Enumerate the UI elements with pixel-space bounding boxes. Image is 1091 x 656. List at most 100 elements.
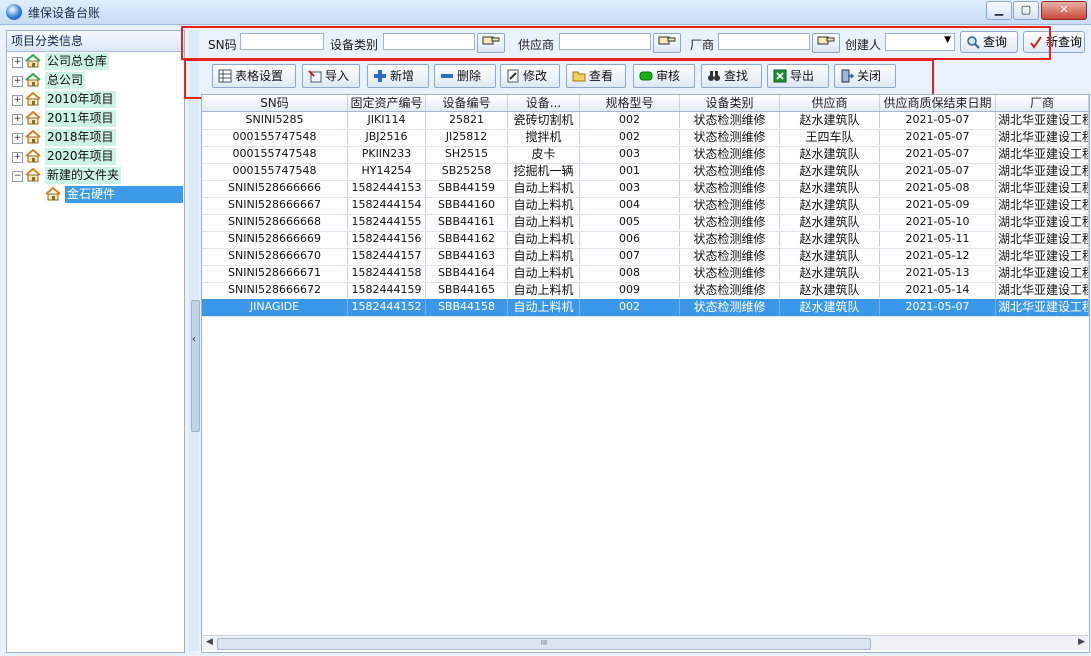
table-cell: 湖北华亚建设工程 <box>998 214 1089 230</box>
column-header[interactable]: 设备类别 <box>680 95 780 111</box>
audit-button[interactable]: 审核 <box>633 64 695 88</box>
minimize-button[interactable]: ▁ <box>986 1 1012 20</box>
scroll-right-icon[interactable]: ▶ <box>1078 637 1085 647</box>
query-button[interactable]: 查询 <box>960 31 1018 53</box>
expand-toggle-icon[interactable]: + <box>12 152 23 163</box>
column-header[interactable]: 供应商质保结束日期 <box>880 95 996 111</box>
expand-toggle-icon[interactable]: + <box>12 114 23 125</box>
table-row[interactable]: SNINI528666667 1582444154 SBB44160 自动上料机 004… <box>202 197 1089 215</box>
expand-toggle-icon[interactable]: + <box>12 57 23 68</box>
table-cell: 自动上料机 <box>508 299 580 315</box>
maximize-button[interactable]: ▢ <box>1013 1 1039 20</box>
app-logo-icon <box>6 4 22 20</box>
column-header[interactable]: 规格型号 <box>580 95 680 111</box>
table-cell: 25821 <box>426 112 508 128</box>
tree-item-selected[interactable]: 金石硬件 <box>7 185 184 204</box>
new-query-button[interactable]: 新查询 <box>1023 31 1085 53</box>
table-cell: 状态检测维修 <box>680 197 780 213</box>
tree-item-label: 总公司 <box>45 72 86 89</box>
table-cell: SNINI528666670 <box>202 248 348 264</box>
table-cell: SNINI528666672 <box>202 282 348 298</box>
tree-item[interactable]: − 新建的文件夹 <box>7 166 184 185</box>
tree-item-label: 公司总仓库 <box>45 53 110 70</box>
table-row[interactable]: SNINI528666671 1582444158 SBB44164 自动上料机 008… <box>202 265 1089 283</box>
close-button[interactable]: 关闭 <box>834 64 896 88</box>
column-header[interactable]: 供应商 <box>780 95 880 111</box>
house-orange-icon <box>25 130 41 144</box>
table-cell: 王四车队 <box>780 129 880 145</box>
column-header[interactable]: 固定资产编号 <box>348 95 426 111</box>
expand-toggle-icon[interactable]: + <box>12 95 23 106</box>
tree-item[interactable]: +2018年项目 <box>7 128 184 147</box>
table-row[interactable]: SNINI528666669 1582444156 SBB44162 自动上料机 006… <box>202 231 1089 249</box>
expand-toggle-icon[interactable]: − <box>12 171 23 182</box>
column-header[interactable]: SN码 <box>202 95 348 111</box>
table-cell: 湖北华亚建设工程 <box>998 180 1089 196</box>
table-cell: 自动上料机 <box>508 214 580 230</box>
export-button[interactable]: 导出 <box>767 64 829 88</box>
collapse-panel-icon[interactable]: ‹ <box>192 334 196 345</box>
table-cell: SNINI528666669 <box>202 231 348 247</box>
find-button[interactable]: 查找 <box>701 64 762 88</box>
table-cell: 挖掘机一辆 <box>508 163 580 179</box>
maker-input[interactable] <box>718 33 810 50</box>
expand-toggle-icon[interactable]: + <box>12 76 23 87</box>
edit-button[interactable]: 修改 <box>500 64 560 88</box>
scroll-left-icon[interactable]: ◀ <box>206 637 213 647</box>
table-cell: 2021-05-07 <box>880 129 996 145</box>
table-row[interactable]: SNINI528666672 1582444159 SBB44165 自动上料机 009… <box>202 282 1089 300</box>
tree-item-label: 2018年项目 <box>45 129 116 146</box>
table-row[interactable]: SNINI528666666 1582444153 SBB44159 自动上料机 003… <box>202 180 1089 198</box>
scrollbar-thumb[interactable]: III <box>217 638 871 650</box>
table-cell: SNINI528666666 <box>202 180 348 196</box>
table-row[interactable]: 000155747548 HY14254 SB25258 挖掘机一辆 001 状态检测维修… <box>202 163 1089 181</box>
table-row[interactable]: SNINI528666670 1582444157 SBB44163 自动上料机 007… <box>202 248 1089 266</box>
sn-input[interactable] <box>240 33 324 50</box>
splitter-handle[interactable] <box>191 300 200 432</box>
supplier-picker-button[interactable] <box>653 33 681 53</box>
category-picker-button[interactable] <box>477 33 505 53</box>
view-button[interactable]: 查看 <box>566 64 626 88</box>
category-input[interactable] <box>383 33 475 50</box>
tree-item[interactable]: + 公司总仓库 <box>7 52 184 71</box>
tree-item-label: 2011年项目 <box>45 110 116 127</box>
table-cell: 赵水建筑队 <box>780 265 880 281</box>
add-button[interactable]: 新增 <box>367 64 429 88</box>
close-window-button[interactable]: ✕ <box>1041 1 1087 20</box>
table-row[interactable]: 000155747548 PKIIN233 SH2515 皮卡 003 状态检测维修 赵水建… <box>202 146 1089 164</box>
tree-item[interactable]: + 总公司 <box>7 71 184 90</box>
delete-button[interactable]: 删除 <box>434 64 496 88</box>
import-button[interactable]: 导入 <box>302 64 360 88</box>
expand-toggle-icon[interactable]: + <box>12 133 23 144</box>
table-cell: 2021-05-08 <box>880 180 996 196</box>
table-row[interactable]: SNINI5285 JIKI114 25821 瓷砖切割机 002 状态检测维修 赵水建筑队… <box>202 112 1089 130</box>
table-cell: 2021-05-14 <box>880 282 996 298</box>
table-row[interactable]: 000155747548 JBJ2516 JI25812 搅拌机 002 状态检测维修 王四… <box>202 129 1089 147</box>
folder-open-icon <box>572 71 586 82</box>
table-cell: 赵水建筑队 <box>780 231 880 247</box>
table-cell: 1582444156 <box>348 231 426 247</box>
table-cell: 001 <box>580 163 680 179</box>
creator-select[interactable]: ▼ <box>885 33 955 51</box>
tree-item[interactable]: +2011年项目 <box>7 109 184 128</box>
table-cell: 赵水建筑队 <box>780 282 880 298</box>
table-row[interactable]: SNINI528666668 1582444155 SBB44161 自动上料机 005… <box>202 214 1089 232</box>
table-row[interactable]: JINAGIDE 1582444152 SBB44158 自动上料机 002 状态检测维修… <box>202 299 1089 317</box>
table-cell: 002 <box>580 112 680 128</box>
column-header[interactable]: 设备... <box>508 95 580 111</box>
tree-item[interactable]: +2010年项目 <box>7 90 184 109</box>
maker-picker-button[interactable] <box>812 33 840 53</box>
table-settings-button[interactable]: 表格设置 <box>212 64 296 88</box>
column-header[interactable]: 设备编号 <box>426 95 508 111</box>
horizontal-scrollbar[interactable]: ◀ III ▶ <box>203 635 1088 650</box>
table-cell: 000155747548 <box>202 129 348 145</box>
binoculars-icon <box>708 71 720 81</box>
supplier-input[interactable] <box>559 33 651 50</box>
table-cell: 状态检测维修 <box>680 180 780 196</box>
table-cell: SBB44158 <box>426 299 508 315</box>
column-header[interactable]: 厂商 <box>996 95 1089 111</box>
sn-label: SN码 <box>208 38 237 52</box>
tree-item[interactable]: +2020年项目 <box>7 147 184 166</box>
table-cell: 自动上料机 <box>508 180 580 196</box>
excel-icon <box>773 69 787 83</box>
